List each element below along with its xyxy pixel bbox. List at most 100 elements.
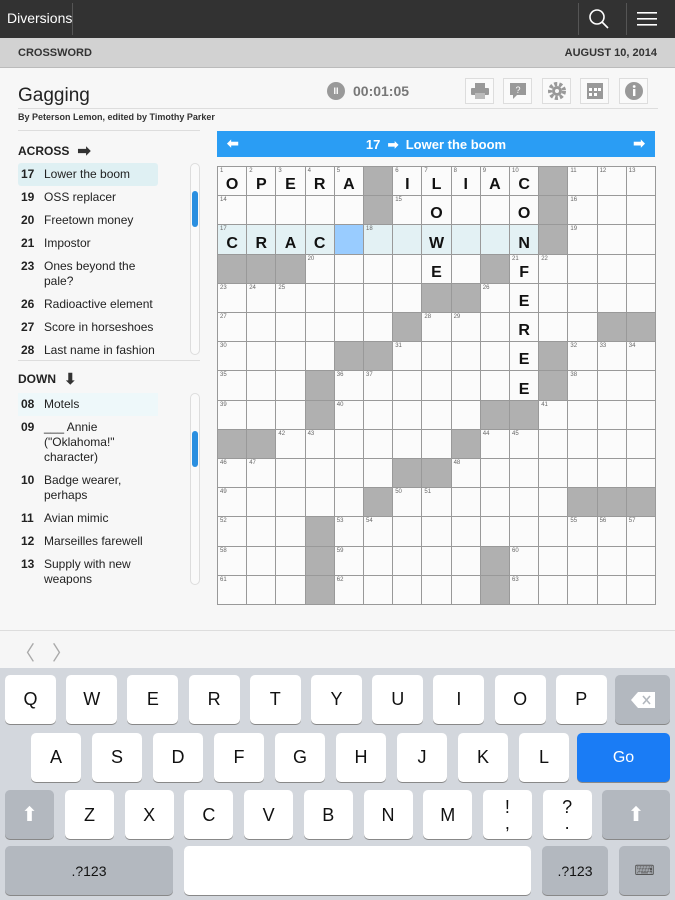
grid-cell[interactable]: 37 <box>364 371 393 400</box>
grid-cell[interactable] <box>626 459 655 488</box>
grid-cell[interactable] <box>334 196 363 225</box>
grid-cell[interactable]: 23 <box>218 283 247 312</box>
help-button[interactable]: ? <box>503 78 532 104</box>
grid-cell[interactable] <box>247 517 276 546</box>
grid-cell[interactable] <box>393 371 422 400</box>
key-a[interactable]: A <box>31 733 81 782</box>
key-y[interactable]: Y <box>311 675 362 724</box>
grid-cell[interactable]: 50 <box>393 488 422 517</box>
down-scrollbar[interactable] <box>190 393 200 585</box>
key-l[interactable]: L <box>519 733 569 782</box>
grid-cell[interactable]: 42 <box>276 429 305 458</box>
grid-cell[interactable] <box>626 429 655 458</box>
grid-cell[interactable]: 28 <box>422 313 451 342</box>
grid-cell[interactable]: 7L <box>422 167 451 196</box>
grid-cell[interactable]: 40 <box>334 400 363 429</box>
key-k[interactable]: K <box>458 733 508 782</box>
grid-cell[interactable] <box>597 429 626 458</box>
grid-cell[interactable] <box>276 196 305 225</box>
grid-cell[interactable]: 6I <box>393 167 422 196</box>
clue-item[interactable]: 12 Marseilles farewell <box>18 530 158 553</box>
grid-cell[interactable]: 45 <box>510 429 539 458</box>
grid-cell[interactable]: 54 <box>364 517 393 546</box>
grid-cell[interactable] <box>568 459 597 488</box>
grid-cell[interactable] <box>247 371 276 400</box>
grid-cell[interactable] <box>334 313 363 342</box>
grid-cell[interactable]: 2P <box>247 167 276 196</box>
grid-cell[interactable] <box>539 488 568 517</box>
grid-cell[interactable] <box>451 517 480 546</box>
clue-item[interactable]: 26 Radioactive element <box>18 293 158 316</box>
clue-item[interactable]: 13 Supply with new weapons <box>18 553 158 585</box>
grid-cell[interactable] <box>510 488 539 517</box>
grid-cell[interactable]: E <box>510 283 539 312</box>
grid-cell[interactable] <box>305 488 334 517</box>
grid-cell[interactable] <box>626 225 655 254</box>
grid-cell[interactable] <box>305 196 334 225</box>
grid-cell[interactable] <box>276 400 305 429</box>
grid-cell[interactable] <box>364 575 393 604</box>
grid-cell[interactable] <box>276 488 305 517</box>
grid-cell[interactable]: 17 C <box>218 225 247 254</box>
grid-cell[interactable] <box>451 371 480 400</box>
shift-key[interactable]: ⬆ <box>5 790 54 839</box>
clue-item[interactable]: 21 Impostor <box>18 232 158 255</box>
key-u[interactable]: U <box>372 675 424 724</box>
grid-cell[interactable]: 20 <box>305 254 334 283</box>
grid-cell[interactable]: 24 <box>247 283 276 312</box>
grid-cell[interactable] <box>364 254 393 283</box>
grid-cell[interactable] <box>247 575 276 604</box>
grid-cell[interactable] <box>364 400 393 429</box>
grid-cell[interactable] <box>276 546 305 575</box>
key-q[interactable]: Q <box>5 675 56 724</box>
next-field-button[interactable]: 〉 <box>52 637 72 666</box>
grid-cell[interactable] <box>451 342 480 371</box>
grid-cell[interactable] <box>393 546 422 575</box>
grid-cell[interactable]: 5A <box>334 167 363 196</box>
grid-cell[interactable] <box>626 400 655 429</box>
grid-cell[interactable] <box>480 196 509 225</box>
grid-cell[interactable]: N <box>510 225 539 254</box>
grid-cell[interactable]: 46 <box>218 459 247 488</box>
grid-cell[interactable] <box>597 196 626 225</box>
grid-cell[interactable]: E <box>510 342 539 371</box>
clue-item[interactable]: 10 Badge wearer, perhaps <box>18 469 158 507</box>
grid-cell[interactable] <box>364 429 393 458</box>
key-7[interactable]: ! , <box>482 790 532 839</box>
grid-cell[interactable]: 18 <box>364 225 393 254</box>
clue-item[interactable]: 23 Ones beyond the pale? <box>18 255 158 293</box>
grid-cell[interactable]: R <box>510 313 539 342</box>
grid-cell[interactable]: 13 <box>626 167 655 196</box>
across-clue-list[interactable]: 17 Lower the boom 19 OSS replacer 20 Freetown… <box>18 163 158 357</box>
grid-cell[interactable] <box>305 283 334 312</box>
grid-cell[interactable]: 16 <box>568 196 597 225</box>
grid-cell[interactable] <box>539 459 568 488</box>
key-1[interactable]: X <box>124 790 174 839</box>
grid-cell[interactable]: O <box>510 196 539 225</box>
grid-cell[interactable] <box>334 488 363 517</box>
grid-cell[interactable] <box>451 196 480 225</box>
grid-cell[interactable] <box>276 313 305 342</box>
grid-cell[interactable]: 12 <box>597 167 626 196</box>
print-button[interactable] <box>465 78 494 104</box>
key-4[interactable]: B <box>303 790 353 839</box>
shift-key-right[interactable]: ⬆ <box>602 790 670 839</box>
grid-cell[interactable]: 3E <box>276 167 305 196</box>
grid-cell[interactable]: 63 <box>510 575 539 604</box>
clue-item[interactable]: 27 Score in horseshoes <box>18 316 158 339</box>
grid-cell[interactable] <box>480 342 509 371</box>
grid-cell[interactable] <box>305 459 334 488</box>
grid-cell[interactable]: 62 <box>334 575 363 604</box>
pause-icon[interactable]: II <box>327 82 345 100</box>
grid-cell[interactable] <box>364 313 393 342</box>
clue-item[interactable]: 28 Last name in fashion <box>18 339 158 357</box>
key-2[interactable]: C <box>184 790 234 839</box>
grid-cell[interactable] <box>451 488 480 517</box>
info-button[interactable] <box>619 78 648 104</box>
grid-cell[interactable] <box>276 575 305 604</box>
grid-cell[interactable]: 55 <box>568 517 597 546</box>
settings-button[interactable] <box>542 78 571 104</box>
grid-cell[interactable] <box>247 488 276 517</box>
grid-cell[interactable] <box>334 283 363 312</box>
grid-cell[interactable] <box>568 575 597 604</box>
